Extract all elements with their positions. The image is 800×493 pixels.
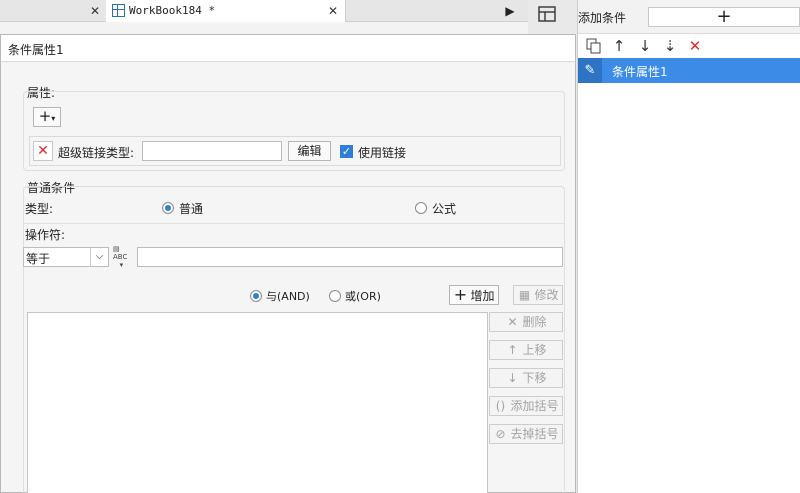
modify-button[interactable]: ▦ 修改 [513, 285, 563, 305]
logic-or-radio[interactable] [329, 290, 341, 302]
arrow-down-icon: ↓ [507, 371, 518, 385]
divider [24, 223, 564, 224]
modify-button-label: 修改 [534, 288, 559, 302]
use-link-label: 使用链接 [358, 146, 407, 160]
spreadsheet-toolbar [0, 22, 528, 34]
tab-menu-icon[interactable]: ▶ [498, 2, 522, 20]
operator-value: 等于 [26, 252, 51, 266]
remove-property-button[interactable]: ✕ [33, 141, 53, 161]
type-formula-radio[interactable] [415, 202, 427, 214]
move-up-button[interactable]: ↑ 上移 [489, 340, 563, 360]
worksheet-icon [112, 4, 125, 17]
workbook-tab-title: WorkBook184 * [129, 4, 216, 17]
delete-button[interactable]: ✕ 删除 [489, 312, 563, 332]
add-condition-label: 添加条件 [578, 11, 627, 25]
remove-bracket-icon: ⊘ [495, 427, 506, 441]
arrow-down-icon[interactable]: ↓ [636, 37, 654, 55]
move-up-button-label: 上移 [522, 343, 547, 357]
condition-panel-icon[interactable] [538, 6, 556, 22]
add-bracket-button[interactable]: () 添加括号 [489, 396, 563, 416]
condition-list-item[interactable]: ✎ 条件属性1 [578, 58, 800, 83]
plus-icon: + [716, 6, 732, 27]
move-bottom-icon[interactable]: ⇣ [661, 37, 679, 55]
move-down-button[interactable]: ↓ 下移 [489, 368, 563, 388]
properties-group: +▾ ✕ 超级链接类型: 编辑 ✓ 使用链接 [23, 91, 565, 171]
hyperlink-type-label: 超级链接类型: [58, 146, 135, 160]
dialog-title: 条件属性1 [8, 43, 64, 57]
logic-and-label: 与(AND) [266, 290, 310, 303]
edit-button[interactable]: 编辑 [288, 141, 331, 161]
chevron-down-icon: ▾ [51, 114, 56, 123]
type-normal-radio[interactable] [162, 202, 174, 214]
arrow-up-icon[interactable]: ↑ [610, 37, 628, 55]
remove-bracket-button[interactable]: ⊘ 去掉括号 [489, 424, 563, 444]
condition-list-box[interactable] [27, 312, 488, 493]
edit-pencil-icon: ✎ [578, 58, 602, 83]
move-down-button-label: 下移 [522, 371, 547, 385]
type-label: 类型: [25, 202, 54, 216]
add-condition-item-button[interactable]: + 增加 [449, 285, 499, 305]
logic-or-label: 或(OR) [345, 290, 381, 303]
type-normal-label: 普通 [179, 202, 204, 216]
operator-select[interactable]: 等于 ⌵ [23, 247, 109, 267]
bracket-icon: () [495, 399, 506, 413]
workbook-tab[interactable]: WorkBook184 * ✕ [106, 0, 346, 22]
add-bracket-button-label: 添加括号 [510, 399, 559, 413]
delete-icon[interactable]: ✕ [686, 37, 704, 55]
add-condition-button[interactable]: + [648, 7, 800, 27]
close-icon: ✕ [507, 315, 518, 329]
arrow-up-icon: ↑ [507, 343, 518, 357]
plus-icon: + [38, 107, 52, 125]
remove-bracket-button-label: 去掉括号 [510, 427, 559, 441]
add-property-button[interactable]: +▾ [33, 107, 61, 127]
condition-list-panel: 添加条件 + ↑ ↓ ⇣ ✕ ✎ 条件属性1 [578, 0, 800, 493]
condition-item-label: 条件属性1 [612, 65, 668, 79]
operator-label: 操作符: [25, 228, 66, 242]
add-button-label: 增加 [470, 289, 495, 303]
modify-icon: ▦ [518, 288, 531, 302]
plus-icon: + [453, 285, 468, 304]
type-formula-label: 公式 [432, 202, 457, 216]
logic-and-radio[interactable] [250, 290, 262, 302]
hyperlink-type-input[interactable] [142, 141, 282, 161]
condition-panel-header: 添加条件 + [578, 0, 800, 34]
delete-icon: ✕ [37, 143, 49, 159]
use-link-checkbox[interactable]: ✓ [340, 145, 353, 158]
delete-button-label: 删除 [522, 315, 547, 329]
condition-list-toolbar: ↑ ↓ ⇣ ✕ [578, 34, 800, 58]
close-tab-icon[interactable]: ✕ [90, 0, 100, 22]
chevron-down-icon: ⌵ [90, 248, 108, 266]
value-type-icon[interactable]: ▤ ABC ▾ [113, 245, 133, 269]
condition-value-input[interactable] [137, 247, 563, 267]
close-tab-icon[interactable]: ✕ [328, 0, 338, 22]
condition-property-dialog: 条件属性1 属性: +▾ ✕ 超级链接类型: 编辑 ✓ 使用链接 普通条件 类型… [0, 34, 576, 493]
copy-icon[interactable] [586, 38, 602, 54]
hyperlink-property-row: ✕ 超级链接类型: 编辑 ✓ 使用链接 [29, 136, 561, 166]
dialog-titlebar: 条件属性1 [1, 35, 575, 62]
